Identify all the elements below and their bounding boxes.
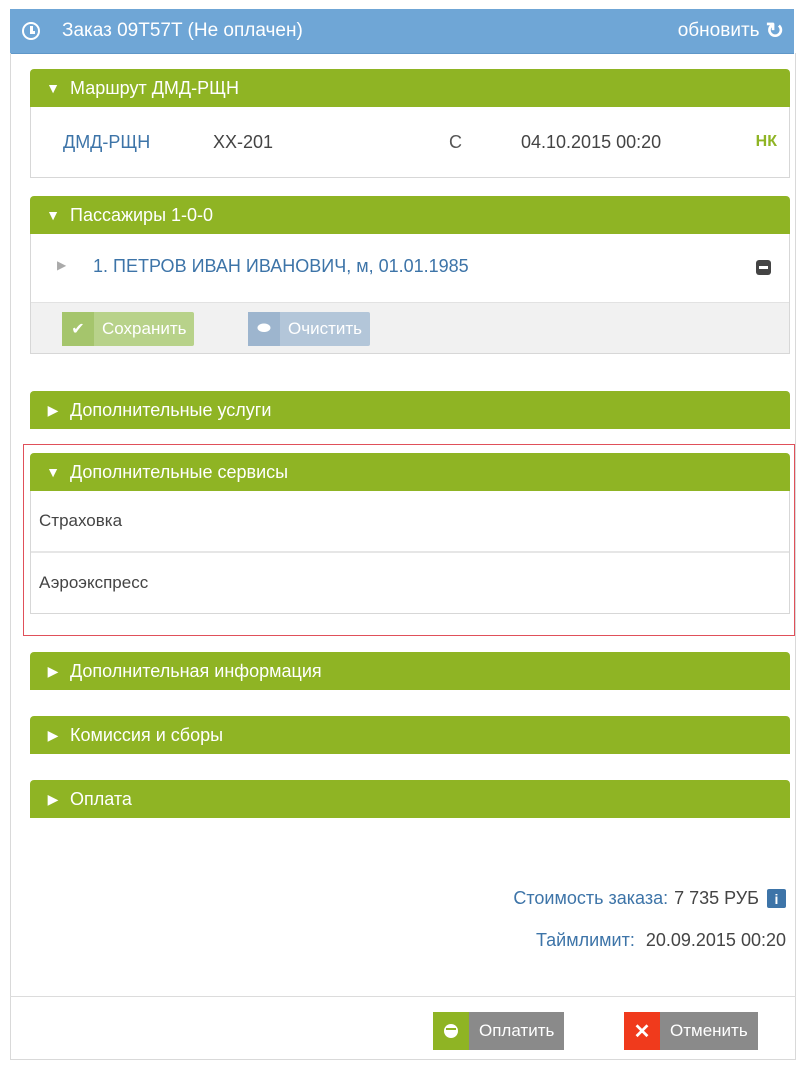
route-section: ▼ Маршрут ДМД-РЩН ДМД-РЩН XX-201 C 04.10… [30, 69, 790, 178]
remove-icon[interactable] [756, 260, 771, 275]
timelimit-value: 20.09.2015 00:20 [645, 930, 786, 950]
flight-number: XX-201 [213, 131, 274, 152]
extra-services-title: Дополнительные услуги [70, 399, 272, 420]
route-section-title: Маршрут ДМД-РЩН [70, 77, 239, 98]
chevron-right-icon: ▶ [47, 790, 59, 807]
order-cost: Стоимость заказа: 7 735 РУБ i [513, 888, 786, 909]
close-icon: ✕ [624, 1012, 660, 1050]
commission-section: ▶ Комиссия и сборы [30, 716, 790, 754]
passengers-section: ▼ Пассажиры 1-0-0 ▶ 1. ПЕТРОВ ИВАН ИВАНО… [30, 196, 790, 354]
chevron-right-icon: ▶ [47, 662, 59, 679]
departure-date: 04.10.2015 00:20 [521, 131, 662, 152]
route-section-header[interactable]: ▼ Маршрут ДМД-РЩН [30, 69, 790, 107]
chevron-right-icon: ▶ [47, 401, 59, 418]
expand-icon[interactable]: ▶ [57, 258, 66, 272]
passengers-section-title: Пассажиры 1-0-0 [70, 204, 214, 225]
order-header: Заказ 09T57T (Не оплачен) обновить ↻ [10, 9, 794, 54]
chevron-down-icon: ▼ [46, 207, 60, 223]
timelimit-label: Таймлимит: [535, 930, 635, 950]
clock-icon [22, 22, 40, 40]
commission-header[interactable]: ▶ Комиссия и сборы [30, 716, 790, 754]
refresh-icon: ↻ [765, 18, 784, 43]
refresh-label: обновить [677, 20, 760, 41]
passengers-section-header[interactable]: ▼ Пассажиры 1-0-0 [30, 196, 790, 234]
passenger-name[interactable]: 1. ПЕТРОВ ИВАН ИВАНОВИЧ, м, 01.01.1985 [93, 256, 469, 277]
route-row: ДМД-РЩН XX-201 C 04.10.2015 00:20 НК [31, 107, 789, 177]
commission-title: Комиссия и сборы [70, 724, 224, 745]
save-button[interactable]: ✔ Сохранить [62, 312, 195, 346]
clear-button-label: Очистить [288, 319, 363, 338]
info-icon[interactable]: i [767, 889, 786, 908]
pay-button-label: Оплатить [479, 1021, 555, 1040]
cancel-button-label: Отменить [670, 1021, 748, 1040]
coin-icon [433, 1012, 469, 1050]
payment-section: ▶ Оплата [30, 780, 790, 818]
check-icon: ✔ [62, 312, 94, 346]
extra-info-header[interactable]: ▶ Дополнительная информация [30, 652, 790, 690]
save-button-label: Сохранить [102, 319, 187, 338]
clear-button[interactable]: ⬬ Очистить [248, 312, 371, 346]
order-title: Заказ 09T57T (Не оплачен) [62, 20, 303, 41]
refresh-button[interactable]: обновить ↻ [678, 18, 784, 44]
payment-header[interactable]: ▶ Оплата [30, 780, 790, 818]
timelimit: Таймлимит: 20.09.2015 00:20 [536, 930, 786, 951]
cancel-button[interactable]: ✕ Отменить [624, 1012, 758, 1050]
cost-label: Стоимость заказа: [513, 888, 669, 908]
cost-value: 7 735 РУБ [674, 888, 759, 908]
passenger-row[interactable]: ▶ 1. ПЕТРОВ ИВАН ИВАНОВИЧ, м, 01.01.1985 [31, 234, 789, 303]
eraser-icon: ⬬ [248, 312, 280, 346]
payment-title: Оплата [70, 788, 132, 809]
service-class: C [449, 131, 462, 152]
chevron-right-icon: ▶ [47, 726, 59, 743]
chevron-down-icon: ▼ [46, 80, 60, 96]
status-badge: НК [755, 133, 777, 150]
extra-info-title: Дополнительная информация [70, 660, 322, 681]
extra-info-section: ▶ Дополнительная информация [30, 652, 790, 690]
extra-services-header[interactable]: ▶ Дополнительные услуги [30, 391, 790, 429]
route-code[interactable]: ДМД-РЩН [63, 132, 150, 153]
pay-button[interactable]: Оплатить [433, 1012, 565, 1050]
footer-divider [10, 996, 796, 997]
highlight-frame [23, 444, 795, 636]
extra-services-section: ▶ Дополнительные услуги [30, 391, 790, 429]
